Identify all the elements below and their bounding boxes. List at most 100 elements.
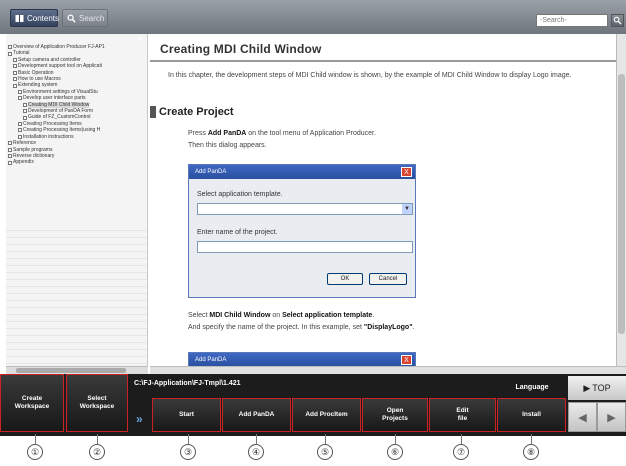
tree-node-icon[interactable] bbox=[8, 154, 12, 159]
tree-node-icon[interactable] bbox=[23, 109, 27, 114]
callout-line bbox=[256, 434, 257, 444]
template-select[interactable]: ▼ bbox=[197, 203, 413, 215]
add-panda-dialog-2: Add PanDA X bbox=[188, 352, 416, 366]
dialog-close-icon[interactable]: X bbox=[401, 167, 412, 177]
edit-file-label: Edit file bbox=[456, 407, 469, 422]
select-paragraph: Select MDI Child Window on Select applic… bbox=[188, 310, 414, 334]
para2-b: MDI Child Window bbox=[209, 312, 271, 319]
tree-node-icon[interactable] bbox=[13, 64, 17, 69]
add-panda-dialog: Add PanDA X Select application template.… bbox=[188, 164, 416, 298]
para1-line2: Then this dialog appears. bbox=[188, 142, 267, 149]
section-title: Create Project bbox=[159, 106, 234, 118]
para2-a: Select bbox=[188, 312, 210, 319]
callout-line bbox=[461, 434, 462, 444]
tab-search[interactable]: Search bbox=[62, 9, 108, 27]
tree-node-icon[interactable] bbox=[8, 51, 12, 56]
dialog-title-bar: Add PanDA X bbox=[189, 165, 415, 179]
prev-page-button[interactable]: ◀ bbox=[568, 402, 597, 432]
create-workspace-button[interactable]: Create Workspace bbox=[0, 374, 64, 432]
close-icon[interactable]: × bbox=[138, 34, 143, 43]
para1-post: on the tool menu of Application Producer… bbox=[246, 130, 376, 137]
play-icon: ▶ bbox=[583, 382, 591, 393]
tree-node-icon[interactable] bbox=[23, 102, 27, 107]
tree-node-icon[interactable] bbox=[8, 147, 12, 152]
search-input[interactable]: -Search- bbox=[536, 14, 608, 27]
project-name-input[interactable] bbox=[197, 241, 413, 253]
book-icon bbox=[15, 14, 24, 23]
main-horizontal-scrollbar[interactable] bbox=[150, 366, 626, 374]
callout-8: ⑧ bbox=[523, 444, 539, 460]
main-vertical-scrollbar[interactable] bbox=[616, 34, 626, 366]
scrollbar-thumb[interactable] bbox=[16, 368, 126, 373]
top-button[interactable]: ▶ TOP bbox=[568, 376, 626, 400]
ok-button[interactable]: OK bbox=[327, 273, 363, 285]
title-divider bbox=[150, 60, 616, 62]
edit-file-button[interactable]: Edit file bbox=[429, 398, 496, 432]
page-title: Creating MDI Child Window bbox=[160, 42, 322, 56]
callout-line bbox=[35, 434, 36, 444]
tree-node-icon[interactable] bbox=[13, 58, 17, 63]
dialog2-close-icon[interactable]: X bbox=[401, 355, 412, 365]
callout-3: ③ bbox=[180, 444, 196, 460]
tree-node-icon[interactable] bbox=[18, 90, 22, 95]
tree-node-icon[interactable] bbox=[13, 77, 17, 82]
tree-node-icon[interactable] bbox=[18, 96, 22, 101]
callout-1: ① bbox=[27, 444, 43, 460]
tree-item-label: Appendix bbox=[13, 159, 34, 166]
tree-horizontal-scrollbar[interactable] bbox=[6, 366, 148, 374]
dialog-title: Add PanDA bbox=[195, 169, 227, 175]
search-go-icon[interactable] bbox=[611, 14, 624, 27]
tree-item[interactable]: Appendix bbox=[6, 159, 147, 166]
add-procitem-button[interactable]: Add ProcItem bbox=[292, 398, 361, 432]
callout-line bbox=[325, 434, 326, 444]
next-page-button[interactable]: ▶ bbox=[597, 402, 626, 432]
top-label: TOP bbox=[592, 383, 611, 393]
language-button[interactable]: Language bbox=[498, 378, 566, 396]
select-workspace-label: Select Workspace bbox=[79, 395, 115, 410]
tab-search-label: Search bbox=[79, 13, 105, 23]
tree-node-icon[interactable] bbox=[18, 122, 22, 127]
tree-node-icon[interactable] bbox=[23, 115, 27, 120]
section-marker bbox=[150, 106, 156, 118]
tree-list: Overview of Application Producer FJ-AP1 T… bbox=[6, 44, 147, 166]
tree-node-icon[interactable] bbox=[18, 134, 22, 139]
tree-node-icon[interactable] bbox=[8, 160, 12, 165]
add-panda-button[interactable]: Add PanDA bbox=[222, 398, 291, 432]
callout-line bbox=[531, 434, 532, 444]
main-content: Creating MDI Child Window In this chapte… bbox=[150, 34, 616, 366]
open-projects-label: Open Projects bbox=[382, 407, 408, 422]
tab-contents[interactable]: Contents bbox=[10, 9, 60, 27]
magnifier-icon bbox=[67, 13, 76, 23]
callout-4: ④ bbox=[248, 444, 264, 460]
para2-line2-post: . bbox=[412, 324, 415, 331]
para1-pre: Press bbox=[188, 130, 208, 137]
top-bar: Contents Search -Search- bbox=[0, 0, 626, 34]
para2-d: Select application template bbox=[282, 312, 373, 319]
dialog-body: Select application template. ▼ Enter nam… bbox=[189, 179, 415, 297]
create-workspace-label: Create Workspace bbox=[14, 395, 50, 410]
tree-node-icon[interactable] bbox=[13, 83, 17, 88]
tree-node-icon[interactable] bbox=[8, 45, 12, 50]
chevron-down-icon[interactable]: ▼ bbox=[402, 204, 412, 214]
vscroll-thumb[interactable] bbox=[618, 74, 625, 334]
callout-5: ⑤ bbox=[317, 444, 333, 460]
start-button[interactable]: Start bbox=[152, 398, 221, 432]
select-workspace-button[interactable]: Select Workspace bbox=[66, 374, 128, 432]
tree-node-icon[interactable] bbox=[18, 128, 22, 133]
callout-line bbox=[97, 434, 98, 444]
instruction-paragraph: Press Add PanDA on the tool menu of Appl… bbox=[188, 128, 376, 152]
tree-node-icon[interactable] bbox=[8, 141, 12, 146]
workspace-path: C:\FJ-Application\FJ-Tmpl\1.421 bbox=[134, 380, 241, 387]
open-projects-button[interactable]: Open Projects bbox=[362, 398, 428, 432]
cancel-button[interactable]: Cancel bbox=[369, 273, 407, 285]
callout-2: ② bbox=[89, 444, 105, 460]
callout-line bbox=[188, 434, 189, 444]
install-button[interactable]: Install bbox=[497, 398, 566, 432]
tree-node-icon[interactable] bbox=[13, 70, 17, 75]
para2-e: . bbox=[372, 312, 375, 319]
section-heading: Create Project bbox=[150, 106, 234, 118]
intro-text: In this chapter, the development steps o… bbox=[168, 72, 572, 79]
callout-6: ⑥ bbox=[387, 444, 403, 460]
tab-contents-label: Contents bbox=[27, 13, 60, 23]
para2-line2-bold: "DisplayLogo" bbox=[363, 324, 413, 331]
